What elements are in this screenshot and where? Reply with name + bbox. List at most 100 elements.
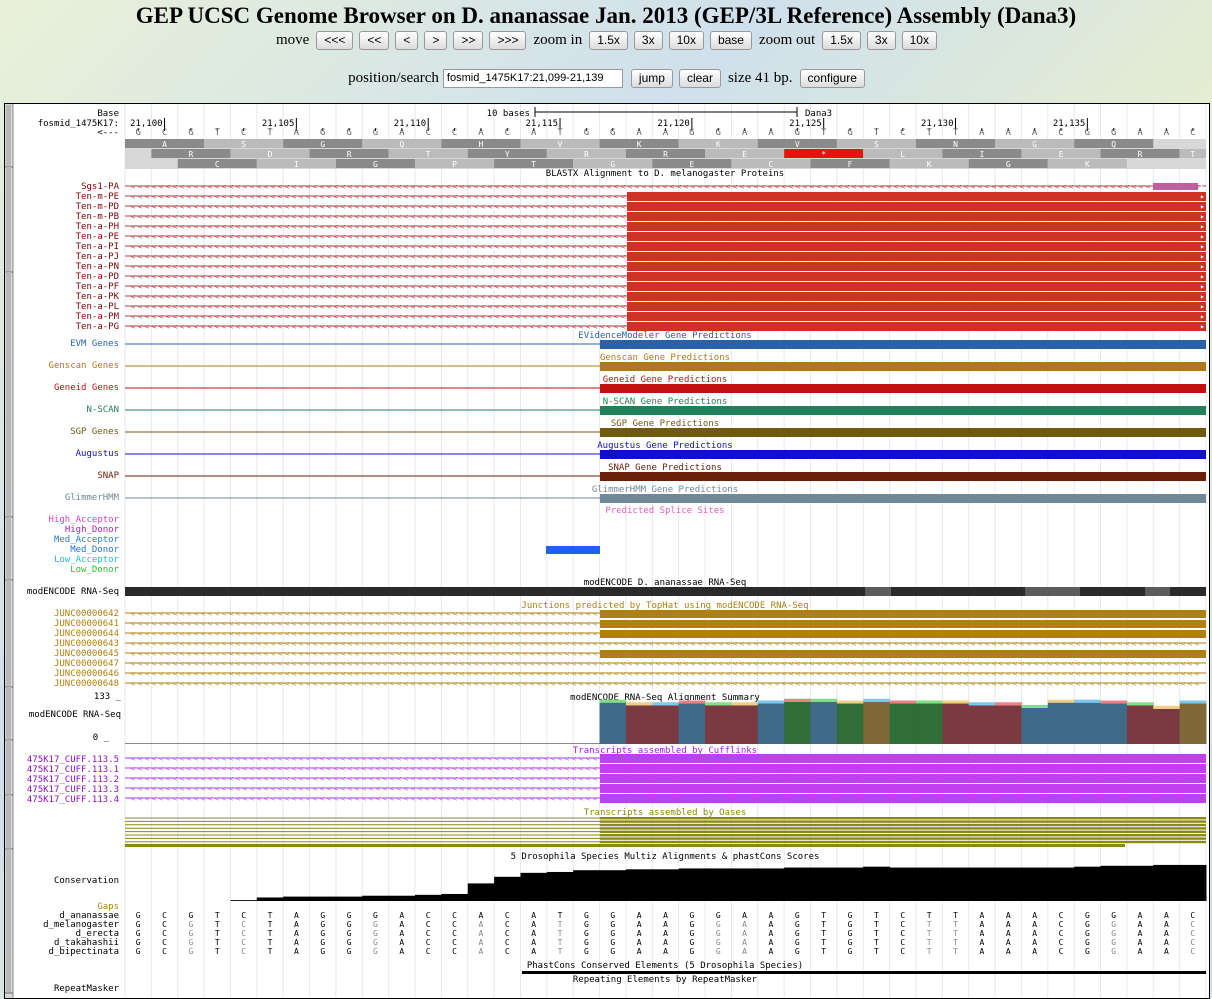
clear-button[interactable]: clear xyxy=(678,69,721,88)
move-right-far-button[interactable]: >>> xyxy=(489,31,527,50)
tophat-strand-arrow: < xyxy=(173,660,177,668)
cufflinks-strand-arrow: < xyxy=(138,785,142,793)
alignment-base: T xyxy=(268,938,273,947)
tophat-strand-arrow: < xyxy=(516,680,520,688)
tophat-strand-arrow: < xyxy=(271,610,275,618)
move-right-button[interactable]: > xyxy=(424,31,448,50)
blastx-strand-arrow: < xyxy=(621,263,625,271)
cufflinks-strand-arrow: < xyxy=(523,795,527,803)
cufflinks-strand-arrow: < xyxy=(488,755,492,763)
blastx-strand-arrow: < xyxy=(166,243,170,251)
cufflinks-strand-arrow: < xyxy=(201,755,205,763)
coverage-bar xyxy=(125,743,152,744)
blastx-strand-arrow: < xyxy=(355,183,359,191)
blastx-strand-arrow: < xyxy=(194,303,198,311)
blastx-strand-arrow: < xyxy=(474,253,478,261)
blastx-strand-arrow: < xyxy=(614,183,618,191)
cufflinks-strand-arrow: < xyxy=(467,795,471,803)
frame1-aa: H xyxy=(479,140,484,149)
cufflinks-strand-arrow: < xyxy=(327,765,331,773)
zoom-out-3x-button[interactable]: 3x xyxy=(866,31,896,50)
tophat-strand-arrow: < xyxy=(502,630,506,638)
gene-pred-exon xyxy=(600,428,1206,437)
conservation-bar xyxy=(810,867,838,901)
coverage-bar xyxy=(520,743,548,744)
zoom-out-10x-button[interactable]: 10x xyxy=(901,31,937,50)
track-image[interactable]: Basefosmid_1475K17:<---10 bases Dana321,1… xyxy=(5,104,1209,998)
cufflinks-strand-arrow: < xyxy=(537,765,541,773)
blastx-strand-arrow: < xyxy=(684,183,688,191)
blastx-strand-arrow: < xyxy=(495,273,499,281)
cufflinks-strand-arrow: < xyxy=(236,795,240,803)
tophat-strand-arrow: < xyxy=(152,660,156,668)
blastx-strand-arrow: < xyxy=(621,323,625,331)
zoom-base-button[interactable]: base xyxy=(709,31,752,50)
blastx-strand-arrow: < xyxy=(285,243,289,251)
coverage-bar xyxy=(995,705,1022,744)
tophat-strand-arrow: < xyxy=(215,660,219,668)
move-right-mid-button[interactable]: >> xyxy=(453,31,484,50)
cufflinks-strand-arrow: < xyxy=(369,765,373,773)
blastx-strand-arrow: < xyxy=(593,313,597,321)
blastx-strand-arrow: < xyxy=(257,203,261,211)
tophat-strand-arrow: < xyxy=(1195,640,1199,648)
zoom-in-10x-button[interactable]: 10x xyxy=(668,31,704,50)
tophat-strand-arrow: < xyxy=(565,640,569,648)
blastx-strand-arrow: < xyxy=(306,293,310,301)
blastx-strand-arrow: < xyxy=(964,183,968,191)
tophat-strand-arrow: < xyxy=(971,670,975,678)
blastx-strand-arrow: < xyxy=(145,273,149,281)
move-left-button[interactable]: < xyxy=(395,31,419,50)
track-image-panel[interactable]: Base fosmid_1475K17: <--- 10 bases Dana3 21,1… xyxy=(4,103,1210,999)
tophat-strand-arrow: < xyxy=(726,680,730,688)
tophat-strand-arrow: < xyxy=(453,630,457,638)
blastx-strand-arrow: < xyxy=(516,273,520,281)
blastx-strand-arrow: < xyxy=(1125,183,1129,191)
tophat-strand-arrow: < xyxy=(551,660,555,668)
cufflinks-strand-arrow: < xyxy=(222,765,226,773)
tophat-strand-arrow: < xyxy=(439,670,443,678)
blastx-strand-arrow: < xyxy=(509,323,513,331)
tophat-strand-arrow: < xyxy=(677,680,681,688)
zoom-in-3x-button[interactable]: 3x xyxy=(633,31,663,50)
zoom-out-1-5x-button[interactable]: 1.5x xyxy=(822,31,861,50)
configure-button[interactable]: configure xyxy=(799,69,865,88)
tophat-strand-arrow: < xyxy=(334,650,338,658)
tophat-strand-arrow: < xyxy=(131,640,135,648)
coverage-bar xyxy=(230,743,258,744)
blastx-strand-arrow: < xyxy=(621,233,625,241)
blastx-strand-arrow: < xyxy=(537,233,541,241)
tophat-strand-arrow: < xyxy=(306,650,310,658)
blastx-strand-arrow: < xyxy=(187,183,191,191)
tophat-strand-arrow: < xyxy=(215,670,219,678)
cufflinks-strand-arrow: < xyxy=(383,775,387,783)
blastx-strand-arrow: < xyxy=(495,263,499,271)
blastx-strand-arrow: < xyxy=(509,183,513,191)
blastx-strand-arrow: < xyxy=(222,273,226,281)
tophat-strand-arrow: < xyxy=(397,610,401,618)
blastx-strand-arrow: < xyxy=(292,313,296,321)
jump-button[interactable]: jump xyxy=(630,69,673,88)
blastx-strand-arrow: < xyxy=(453,313,457,321)
blastx-strand-arrow: < xyxy=(621,283,625,291)
cufflinks-strand-arrow: < xyxy=(516,775,520,783)
blastx-strand-arrow: < xyxy=(271,203,275,211)
blastx-strand-arrow: < xyxy=(803,183,807,191)
blastx-strand-arrow: < xyxy=(502,313,506,321)
tophat-strand-arrow: < xyxy=(362,660,366,668)
tophat-strand-arrow: < xyxy=(1090,640,1094,648)
coverage-bar-cap xyxy=(625,702,653,706)
position-search-input[interactable]: fosmid_1475K17:21,099-21,139 xyxy=(442,69,623,88)
blastx-strand-arrow: < xyxy=(390,193,394,201)
ruler-base-letter: A xyxy=(1164,128,1170,138)
blastx-strand-arrow: < xyxy=(152,293,156,301)
move-left-mid-button[interactable]: << xyxy=(359,31,390,50)
move-left-far-button[interactable]: <<< xyxy=(316,31,354,50)
blastx-strand-arrow: < xyxy=(404,233,408,241)
zoom-in-1-5x-button[interactable]: 1.5x xyxy=(589,31,628,50)
coverage-bar xyxy=(757,703,785,744)
blastx-strand-arrow: < xyxy=(936,183,940,191)
blastx-strand-arrow: < xyxy=(334,243,338,251)
ruler-base-letter: A xyxy=(636,128,642,138)
blastx-strand-arrow: < xyxy=(509,223,513,231)
